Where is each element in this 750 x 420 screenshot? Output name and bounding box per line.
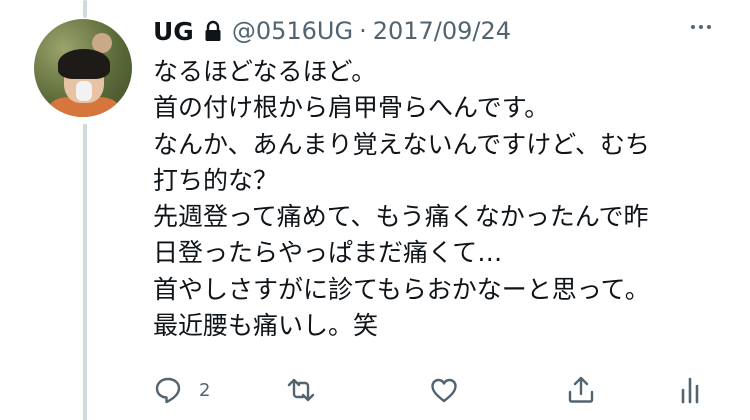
like-button[interactable]	[429, 372, 459, 408]
reply-count: 2	[199, 379, 211, 401]
thread-line	[83, 124, 87, 420]
avatar[interactable]	[34, 19, 132, 117]
share-button[interactable]	[566, 372, 596, 408]
analytics-icon	[681, 377, 699, 404]
reply-icon	[155, 377, 181, 404]
tweet-date[interactable]: 2017/09/24	[373, 17, 511, 45]
lock-icon	[202, 20, 224, 42]
retweet-icon	[287, 378, 315, 402]
tweet-line: 首の付け根から肩甲骨らへんです。	[153, 93, 550, 123]
analytics-button[interactable]	[675, 372, 705, 408]
thread-line-top	[83, 0, 87, 18]
tweet-line: 打ち的な？	[153, 165, 279, 195]
tweet-line: 先週登って痛めて、もう痛くなかったんで昨	[153, 202, 649, 232]
share-icon	[568, 376, 594, 403]
tweet-header: UG @0516UG · 2017/09/24	[153, 14, 511, 48]
reply-button[interactable]: 2	[153, 372, 210, 408]
author-name[interactable]: UG	[153, 17, 194, 46]
separator-dot: ·	[359, 17, 367, 45]
tweet-line: 日登ったらやっぱまだ痛くて…	[153, 238, 503, 268]
like-icon	[431, 378, 457, 403]
author-handle[interactable]: @0516UG	[232, 17, 353, 45]
tweet-line: 首やしさすがに診てもらおかなーと思って。	[153, 274, 650, 304]
more-options-icon[interactable]	[683, 16, 719, 38]
action-bar: 2	[153, 372, 713, 408]
retweet-button[interactable]	[286, 372, 316, 408]
tweet-line: なんか、あんまり覚えないんですけど、むち	[153, 129, 651, 159]
tweet-line: なるほどなるほど。	[153, 57, 377, 86]
tweet-text: なるほどなるほど。 首の付け根から肩甲骨らへんです。 なんか、あんまり覚えないん…	[153, 54, 728, 344]
tweet-line: 最近腰も痛いし。笑	[153, 311, 379, 341]
